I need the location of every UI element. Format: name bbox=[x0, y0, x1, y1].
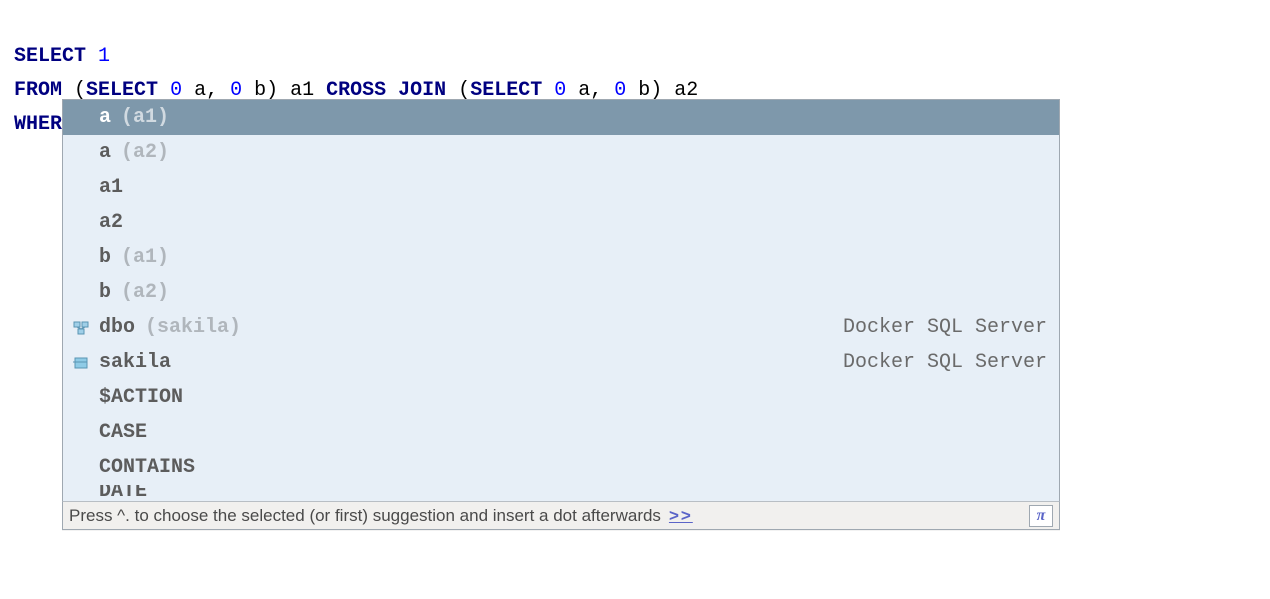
autocomplete-list[interactable]: a (a1) a (a2) a1 a2 b (a1) b (a2) dbo (sakila) Docke… bbox=[62, 99, 1060, 501]
autocomplete-item[interactable]: b (a2) bbox=[63, 275, 1059, 310]
autocomplete-item-label: b bbox=[99, 246, 111, 269]
autocomplete-item-label: DATE bbox=[99, 485, 147, 499]
autocomplete-item-context: (a1) bbox=[121, 246, 169, 269]
autocomplete-item[interactable]: a (a2) bbox=[63, 135, 1059, 170]
database-icon bbox=[69, 356, 93, 370]
autocomplete-popup: a (a1) a (a2) a1 a2 b (a1) b (a2) dbo (sakila) Docke… bbox=[62, 99, 1060, 530]
autocomplete-item-context: (sakila) bbox=[145, 316, 241, 339]
autocomplete-item-source: Docker SQL Server bbox=[843, 316, 1047, 339]
autocomplete-item[interactable]: sakila Docker SQL Server bbox=[63, 345, 1059, 380]
autocomplete-item[interactable]: $ACTION bbox=[63, 380, 1059, 415]
kw-select: SELECT bbox=[14, 45, 86, 68]
kw-from: FROM bbox=[14, 79, 62, 102]
num-1: 1 bbox=[98, 45, 110, 68]
autocomplete-item-source: Docker SQL Server bbox=[843, 351, 1047, 374]
autocomplete-item[interactable]: DATE bbox=[63, 485, 1059, 501]
autocomplete-item-label: CASE bbox=[99, 421, 147, 444]
autocomplete-item[interactable]: CONTAINS bbox=[63, 450, 1059, 485]
schema-icon bbox=[69, 321, 93, 335]
autocomplete-item[interactable]: CASE bbox=[63, 415, 1059, 450]
autocomplete-item-label: a bbox=[99, 106, 111, 129]
autocomplete-item[interactable]: a2 bbox=[63, 205, 1059, 240]
autocomplete-item-label: CONTAINS bbox=[99, 456, 195, 479]
hint-text: Press ^. to choose the selected (or firs… bbox=[69, 506, 661, 526]
autocomplete-item-label: a1 bbox=[99, 176, 123, 199]
autocomplete-item-context: (a2) bbox=[121, 141, 169, 164]
autocomplete-item[interactable]: dbo (sakila) Docker SQL Server bbox=[63, 310, 1059, 345]
autocomplete-item-label: b bbox=[99, 281, 111, 304]
autocomplete-item-label: sakila bbox=[99, 351, 171, 374]
hint-bar: Press ^. to choose the selected (or firs… bbox=[62, 501, 1060, 530]
autocomplete-item[interactable]: a1 bbox=[63, 170, 1059, 205]
autocomplete-item-label: a2 bbox=[99, 211, 123, 234]
hint-more-link[interactable]: >> bbox=[669, 506, 693, 526]
autocomplete-item-label: $ACTION bbox=[99, 386, 183, 409]
autocomplete-item-label: dbo bbox=[99, 316, 135, 339]
autocomplete-item[interactable]: b (a1) bbox=[63, 240, 1059, 275]
autocomplete-item-label: a bbox=[99, 141, 111, 164]
pi-button[interactable]: π bbox=[1029, 505, 1053, 527]
autocomplete-item[interactable]: a (a1) bbox=[63, 100, 1059, 135]
autocomplete-item-context: (a1) bbox=[121, 106, 169, 129]
autocomplete-item-context: (a2) bbox=[121, 281, 169, 304]
